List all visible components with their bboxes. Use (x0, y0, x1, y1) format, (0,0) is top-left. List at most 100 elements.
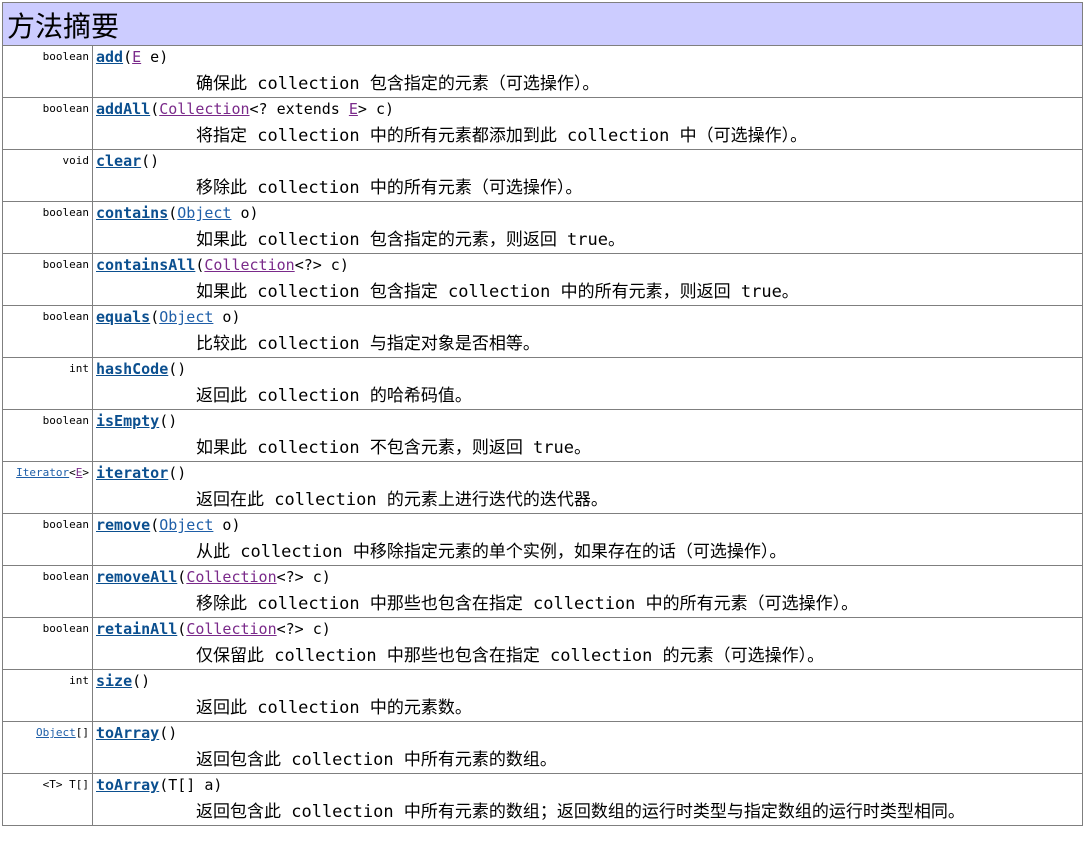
method-signature: removeAll(Collection<?> c) 移除此 collection… (92, 565, 1083, 618)
param-text: () (168, 464, 187, 482)
method-row: boolean removeAll(Collection<?> c) 移除此 col… (2, 565, 1083, 618)
return-type: void (2, 149, 93, 202)
method-row: boolean contains(Object o) 如果此 collection … (2, 201, 1083, 254)
summary-title: 方法摘要 (2, 2, 1083, 46)
method-signature: contains(Object o) 如果此 collection 包含指定的元素… (92, 201, 1083, 254)
method-description: 返回包含此 collection 中所有元素的数组；返回数组的运行时类型与指定数… (196, 802, 965, 822)
param-text: () (132, 672, 151, 690)
return-type: int (2, 669, 93, 722)
method-signature: hashCode() 返回此 collection 的哈希码值。 (92, 357, 1083, 410)
method-signature: containsAll(Collection<?> c) 如果此 collecti… (92, 253, 1083, 306)
return-type: boolean (2, 565, 93, 618)
method-description: 如果此 collection 包含指定 collection 中的所有元素，则返… (196, 282, 799, 302)
method-signature: toArray() 返回包含此 collection 中所有元素的数组。 (92, 721, 1083, 774)
param-text: <?> c) (276, 620, 331, 638)
method-row: int size() 返回此 collection 中的元素数。 (2, 669, 1083, 722)
method-signature: retainAll(Collection<?> c) 仅保留此 collectio… (92, 617, 1083, 670)
param-text: (T[] a) (159, 776, 223, 794)
param-text: <? extends (249, 100, 349, 118)
method-name-link[interactable]: contains (96, 204, 168, 222)
return-type: boolean (2, 409, 93, 462)
method-description: 返回在此 collection 的元素上进行迭代的迭代器。 (196, 490, 608, 510)
return-type: boolean (2, 617, 93, 670)
method-signature: addAll(Collection<? extends E> c) 将指定 col… (92, 97, 1083, 150)
method-signature: isEmpty() 如果此 collection 不包含元素，则返回 true。 (92, 409, 1083, 462)
param-type-link[interactable]: Object (159, 308, 213, 326)
method-name-link[interactable]: clear (96, 152, 141, 170)
param-text: <?> c) (276, 568, 331, 586)
method-description: 移除此 collection 中的所有元素（可选操作）。 (196, 178, 583, 198)
param-text: ( (177, 568, 187, 586)
method-row: boolean addAll(Collection<? extends E> c)… (2, 97, 1083, 150)
param-text: ( (150, 308, 160, 326)
method-signature: add(E e) 确保此 collection 包含指定的元素（可选操作）。 (92, 45, 1083, 98)
param-text: () (159, 724, 178, 742)
method-name-link[interactable]: retainAll (96, 620, 177, 638)
method-signature: clear() 移除此 collection 中的所有元素（可选操作）。 (92, 149, 1083, 202)
method-row: void clear() 移除此 collection 中的所有元素（可选操作）。 (2, 149, 1083, 202)
method-row: boolean retainAll(Collection<?> c) 仅保留此 co… (2, 617, 1083, 670)
method-row: <T> T[] toArray(T[] a) 返回包含此 collection 中所… (2, 773, 1083, 826)
method-name-link[interactable]: toArray (96, 724, 159, 742)
method-row: boolean add(E e) 确保此 collection 包含指定的元素（可选… (2, 45, 1083, 98)
return-type: boolean (2, 305, 93, 358)
return-type: int (2, 357, 93, 410)
method-name-link[interactable]: equals (96, 308, 150, 326)
method-signature: toArray(T[] a) 返回包含此 collection 中所有元素的数组；… (92, 773, 1083, 826)
param-text: () (159, 412, 178, 430)
method-description: 将指定 collection 中的所有元素都添加到此 collection 中（… (196, 126, 808, 146)
param-type-link[interactable]: Object (159, 516, 213, 534)
method-description: 如果此 collection 包含指定的元素，则返回 true。 (196, 230, 625, 250)
param-type-link[interactable]: Object (177, 204, 231, 222)
param-text: > c) (357, 100, 395, 118)
return-type-type-link[interactable]: Iterator (16, 466, 69, 479)
method-name-link[interactable]: add (96, 48, 123, 66)
param-type-link[interactable]: E (349, 100, 358, 118)
method-name-link[interactable]: iterator (96, 464, 168, 482)
param-text: <?> c) (294, 256, 349, 274)
method-summary-table: 方法摘要 boolean add(E e) 确保此 collection 包含指定的… (2, 2, 1083, 826)
method-signature: size() 返回此 collection 中的元素数。 (92, 669, 1083, 722)
method-description: 比较此 collection 与指定对象是否相等。 (196, 334, 540, 354)
method-description: 移除此 collection 中那些也包含在指定 collection 中的所有… (196, 594, 859, 614)
param-text: ( (150, 516, 160, 534)
method-description: 如果此 collection 不包含元素，则返回 true。 (196, 438, 591, 458)
method-name-link[interactable]: removeAll (96, 568, 177, 586)
return-type: <T> T[] (2, 773, 93, 826)
method-name-link[interactable]: size (96, 672, 132, 690)
method-signature: iterator() 返回在此 collection 的元素上进行迭代的迭代器。 (92, 461, 1083, 514)
param-type-link[interactable]: E (132, 48, 141, 66)
method-row: int hashCode() 返回此 collection 的哈希码值。 (2, 357, 1083, 410)
return-type: Object[] (2, 721, 93, 774)
method-row: boolean remove(Object o) 从此 collection 中移除… (2, 513, 1083, 566)
param-text: o) (213, 308, 241, 326)
param-text: ( (150, 100, 160, 118)
return-type-text: > (82, 466, 89, 479)
method-name-link[interactable]: containsAll (96, 256, 195, 274)
method-row: boolean equals(Object o) 比较此 collection 与指… (2, 305, 1083, 358)
return-type: boolean (2, 45, 93, 98)
summary-header-row: 方法摘要 (2, 2, 1083, 46)
method-name-link[interactable]: remove (96, 516, 150, 534)
return-type: Iterator<E> (2, 461, 93, 514)
param-type-link[interactable]: Collection (159, 100, 249, 118)
param-text: o) (231, 204, 259, 222)
method-signature: remove(Object o) 从此 collection 中移除指定元素的单个… (92, 513, 1083, 566)
method-description: 返回此 collection 中的元素数。 (196, 698, 472, 718)
return-type: boolean (2, 97, 93, 150)
method-name-link[interactable]: addAll (96, 100, 150, 118)
method-name-link[interactable]: toArray (96, 776, 159, 794)
method-row: Iterator<E> iterator() 返回在此 collection 的元素… (2, 461, 1083, 514)
return-type-type-link[interactable]: Object (36, 726, 76, 739)
param-type-link[interactable]: Collection (186, 568, 276, 586)
method-name-link[interactable]: isEmpty (96, 412, 159, 430)
method-row: Object[] toArray() 返回包含此 collection 中所有元素的… (2, 721, 1083, 774)
method-description: 返回此 collection 的哈希码值。 (196, 386, 472, 406)
method-name-link[interactable]: hashCode (96, 360, 168, 378)
param-text: o) (213, 516, 241, 534)
method-description: 仅保留此 collection 中那些也包含在指定 collection 的元素… (196, 646, 825, 666)
param-type-link[interactable]: Collection (204, 256, 294, 274)
param-text: ( (168, 204, 178, 222)
return-type-text: [] (75, 726, 89, 739)
param-type-link[interactable]: Collection (186, 620, 276, 638)
